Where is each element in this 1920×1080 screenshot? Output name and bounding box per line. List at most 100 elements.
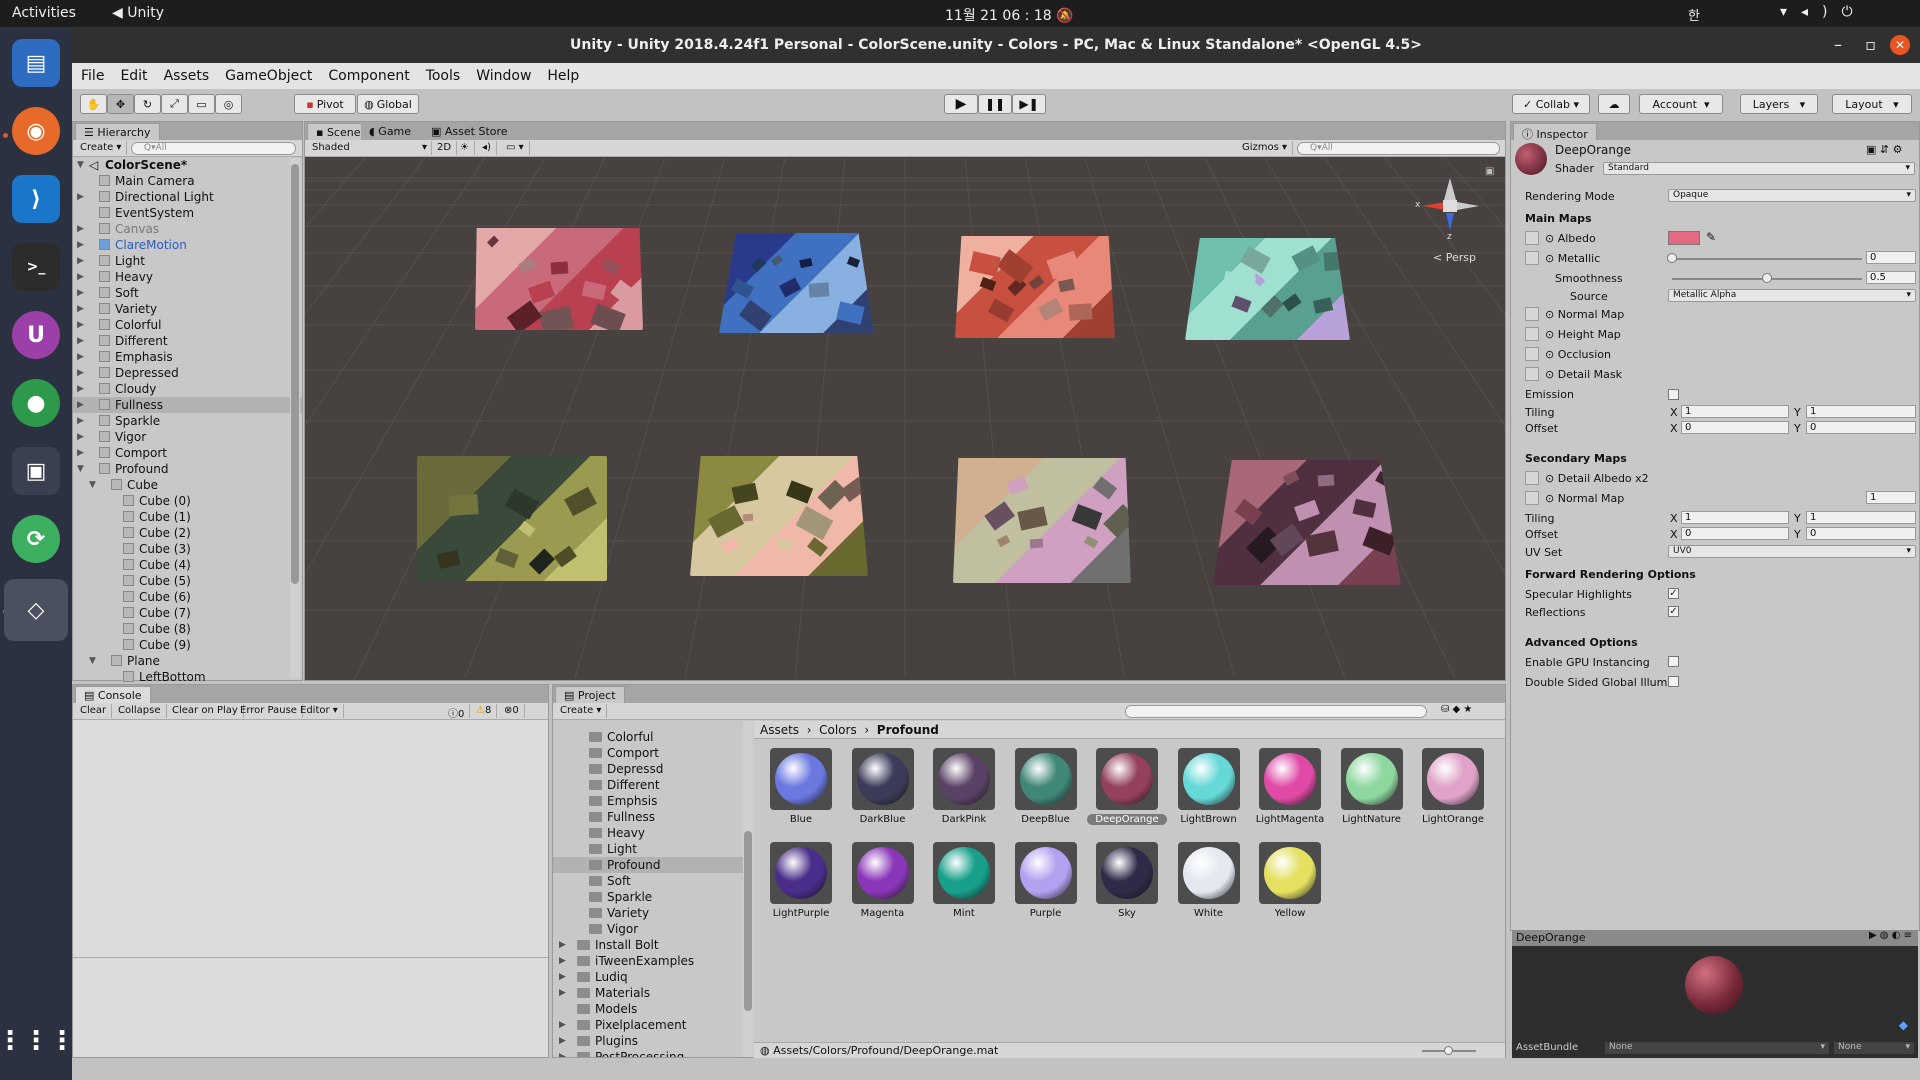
scene-cube[interactable] (969, 251, 1001, 277)
scene-cube[interactable] (984, 501, 1015, 530)
global-toggle[interactable]: ◍ Global (357, 94, 419, 114)
hierarchy-item[interactable]: Cube (4) (73, 557, 302, 573)
scene-gizmo[interactable]: x z (1415, 178, 1495, 248)
material-asset[interactable] (1340, 748, 1403, 810)
material-label[interactable]: LightMagenta (1250, 814, 1330, 825)
move-tool-icon[interactable]: ✥ (107, 94, 134, 114)
expand-arrow-icon[interactable]: ▶ (77, 189, 84, 205)
scene-cube[interactable] (785, 480, 814, 504)
layout-dropdown[interactable]: Layout ▾ (1832, 94, 1912, 114)
scene-cube[interactable] (1017, 506, 1048, 531)
scene-cube[interactable] (505, 487, 540, 519)
scene-cube[interactable] (1291, 245, 1321, 272)
scene-cube[interactable] (807, 537, 829, 557)
scene-cube[interactable] (808, 282, 830, 298)
tab-asset-store[interactable]: ▣ Asset Store (423, 123, 516, 140)
reflections-checkbox[interactable]: ✓ (1668, 606, 1679, 617)
tag-icon[interactable]: ◆ (1899, 1018, 1908, 1032)
menu-window[interactable]: Window (467, 63, 538, 84)
scene-cube[interactable] (987, 298, 1015, 324)
scene-cube[interactable] (1293, 499, 1320, 522)
material-label[interactable]: Purple (1006, 908, 1086, 919)
color-board[interactable] (955, 236, 1115, 338)
hierarchy-item[interactable]: Cube (3) (73, 541, 302, 557)
hierarchy-item[interactable]: ▶ Colorful (73, 317, 302, 333)
uv-set-dropdown[interactable]: UV0 ▾ (1668, 545, 1916, 558)
tiling2-x-field[interactable]: 1 (1681, 511, 1789, 524)
hierarchy-item[interactable]: Main Camera (73, 173, 302, 189)
hierarchy-item[interactable]: Cube (8) (73, 621, 302, 637)
double-sided-gi-checkbox[interactable] (1668, 676, 1679, 687)
offset2-x-field[interactable]: 0 (1681, 527, 1789, 540)
project-folder-item[interactable]: Soft (553, 873, 743, 889)
scene-cube[interactable] (581, 280, 606, 301)
console-clear-button[interactable]: Clear (75, 704, 113, 718)
hierarchy-item[interactable]: ▶ Comport (73, 445, 302, 461)
scene-cube[interactable] (1302, 273, 1315, 284)
collapse-arrow-icon[interactable]: ▼ (89, 477, 96, 493)
project-tree-scrollbar[interactable] (743, 721, 753, 1057)
hierarchy-search-input[interactable]: Q▾All (131, 142, 296, 155)
chrome-icon[interactable]: ● (12, 379, 60, 427)
material-label[interactable]: Magenta (843, 908, 923, 919)
scene-cube[interactable] (996, 534, 1010, 547)
source-dropdown[interactable]: Metallic Alpha ▾ (1668, 289, 1916, 302)
tab-console[interactable]: ▤ Console (75, 686, 151, 703)
audio-toggle-icon[interactable]: ◂) (477, 141, 497, 155)
material-label[interactable]: DeepOrange (1087, 814, 1167, 825)
expand-arrow-icon[interactable]: ▶ (77, 285, 84, 301)
hierarchy-item[interactable]: Cube (5) (73, 573, 302, 589)
material-asset[interactable] (1014, 748, 1077, 810)
thumbnail-size-handle[interactable] (1444, 1046, 1453, 1055)
metallic-slider-handle[interactable] (1667, 253, 1677, 263)
scene-cube[interactable] (770, 254, 783, 267)
offset-y-field[interactable]: 0 (1806, 421, 1916, 434)
scene-cube[interactable] (589, 302, 626, 330)
expand-arrow-icon[interactable]: ▶ (559, 969, 566, 985)
hierarchy-item[interactable]: ▶ Variety (73, 301, 302, 317)
pivot-toggle[interactable]: ▪ Pivot (294, 94, 356, 114)
smoothness-slider-handle[interactable] (1762, 273, 1772, 283)
expand-arrow-icon[interactable]: ▶ (77, 237, 84, 253)
scene-cube[interactable] (1093, 475, 1118, 500)
console-divider[interactable] (73, 957, 548, 958)
expand-arrow-icon[interactable]: ▶ (559, 1017, 566, 1033)
material-label[interactable]: DarkPink (924, 814, 1004, 825)
material-asset[interactable] (851, 748, 914, 810)
project-create-dropdown[interactable]: Create ▾ (555, 704, 608, 718)
scene-cube[interactable] (798, 257, 813, 269)
material-label[interactable]: Mint (924, 908, 1004, 919)
scene-cube[interactable] (1046, 251, 1081, 281)
asset-variant-dropdown[interactable]: None ▾ (1834, 1042, 1914, 1054)
tab-hierarchy[interactable]: ☰ Hierarchy (75, 123, 160, 140)
expand-arrow-icon[interactable]: ▶ (77, 413, 84, 429)
albedo-texture-slot[interactable] (1525, 231, 1539, 245)
scene-cube[interactable] (750, 256, 766, 273)
material-asset[interactable] (1177, 748, 1240, 810)
shader-dropdown[interactable]: Standard ▾ (1603, 162, 1915, 175)
hierarchy-create-dropdown[interactable]: Create ▾ (75, 141, 128, 155)
project-folder-item[interactable]: Different (553, 777, 743, 793)
maximize-icon[interactable]: ▫ (1865, 27, 1876, 63)
screenshot-icon[interactable]: ▣ (12, 447, 60, 495)
cloud-button[interactable]: ☁ (1598, 94, 1630, 114)
expand-arrow-icon[interactable]: ▶ (77, 221, 84, 237)
scene-cube[interactable] (1260, 295, 1284, 319)
material-asset[interactable] (851, 842, 914, 904)
offset-x-field[interactable]: 0 (1681, 421, 1789, 434)
scene-cube[interactable] (1270, 523, 1305, 556)
scene-cube[interactable] (448, 493, 479, 517)
hierarchy-item[interactable]: Cube (7) (73, 605, 302, 621)
hierarchy-item[interactable]: ▶ Vigor (73, 429, 302, 445)
hierarchy-scrollbar[interactable] (290, 158, 300, 678)
hierarchy-item[interactable]: ▶ Canvas (73, 221, 302, 237)
scene-cube[interactable] (1058, 278, 1075, 292)
step-button[interactable]: ▶❚ (1012, 94, 1046, 114)
scene-cube[interactable] (487, 235, 500, 248)
expand-arrow-icon[interactable]: ▶ (77, 349, 84, 365)
project-folder-item[interactable]: Sparkle (553, 889, 743, 905)
color-board[interactable] (953, 458, 1131, 583)
material-label[interactable]: White (1169, 908, 1249, 919)
project-folder-item[interactable]: ▶ iTweenExamples (553, 953, 743, 969)
project-folder-item[interactable]: Profound (553, 857, 743, 873)
